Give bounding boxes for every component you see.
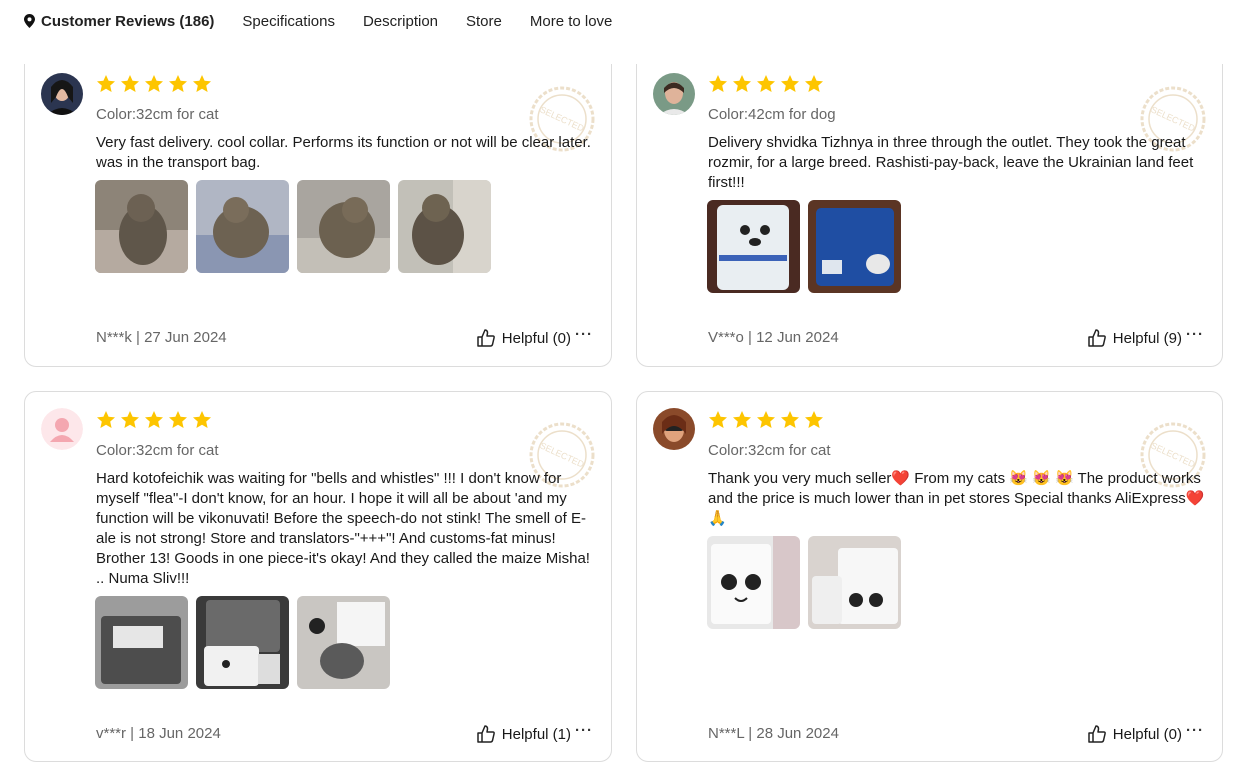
review-photo[interactable] [398, 180, 491, 273]
thumbs-up-icon [1088, 725, 1106, 743]
rating-stars [96, 410, 212, 430]
tab-label: Customer Reviews (186) [41, 12, 215, 30]
review-photo[interactable] [297, 180, 390, 273]
review-variant: Color:42cm for dog [708, 106, 836, 123]
star-icon [193, 75, 211, 92]
review-card: SELECTED Color:32cm for cat Hard kotofei… [24, 391, 612, 762]
review-photo[interactable] [95, 596, 188, 689]
helpful-button[interactable]: Helpful (0) [1087, 724, 1182, 744]
star-icon [805, 75, 823, 92]
thumbs-up-icon [477, 329, 495, 347]
star-icon [97, 75, 115, 92]
svg-text:SELECTED: SELECTED [538, 104, 586, 133]
star-icon [709, 75, 727, 92]
review-photos [707, 536, 901, 629]
helpful-button[interactable]: Helpful (1) [476, 724, 571, 744]
review-variant: Color:32cm for cat [96, 106, 219, 123]
review-variant: Color:32cm for cat [96, 442, 219, 459]
review-photo[interactable] [707, 536, 800, 629]
review-card: SELECTED Color:32cm for cat Very fast de… [24, 64, 612, 367]
more-options-icon[interactable]: ··· [575, 722, 593, 739]
star-icon [781, 75, 799, 92]
rating-stars [96, 74, 212, 94]
star-icon [805, 411, 823, 428]
review-photo[interactable] [196, 596, 289, 689]
helpful-label: Helpful (1) [501, 725, 571, 743]
rating-stars [708, 410, 824, 430]
heart-emoji-icon: ❤️ [891, 470, 911, 487]
star-icon [733, 75, 751, 92]
avatar [41, 73, 83, 115]
star-icon [169, 411, 187, 428]
review-photo[interactable] [808, 536, 901, 629]
review-author-date: N***L | 28 Jun 2024 [708, 725, 839, 742]
svg-text:SELECTED: SELECTED [538, 440, 586, 469]
thumbs-up-icon [477, 725, 495, 743]
avatar [653, 73, 695, 115]
more-options-icon[interactable]: ··· [1186, 326, 1204, 343]
more-options-icon[interactable]: ··· [1186, 722, 1204, 739]
review-text-part: From my cats [910, 470, 1006, 487]
review-photos [95, 180, 491, 273]
avatar [653, 408, 695, 450]
star-icon [169, 75, 187, 92]
more-options-icon[interactable]: ··· [575, 326, 593, 343]
helpful-label: Helpful (0) [1112, 725, 1182, 743]
review-photos [707, 200, 901, 293]
helpful-label: Helpful (0) [501, 329, 571, 347]
heart-emoji-icon: ❤️ [1185, 490, 1205, 507]
tab-store[interactable]: Store [466, 13, 502, 30]
star-icon [145, 411, 163, 428]
star-icon [121, 75, 139, 92]
star-icon [145, 75, 163, 92]
star-icon [97, 411, 115, 428]
review-photo[interactable] [95, 180, 188, 273]
helpful-button[interactable]: Helpful (9) [1087, 328, 1182, 348]
svg-text:SELECTED: SELECTED [1149, 440, 1197, 469]
star-icon [757, 75, 775, 92]
star-icon [781, 411, 799, 428]
review-photo[interactable] [196, 180, 289, 273]
review-author-date: v***r | 18 Jun 2024 [96, 725, 221, 742]
review-photos [95, 596, 390, 689]
svg-text:SELECTED: SELECTED [1149, 104, 1197, 133]
tab-description[interactable]: Description [363, 13, 438, 30]
star-icon [193, 411, 211, 428]
star-icon [733, 411, 751, 428]
star-icon [757, 411, 775, 428]
review-text: Delivery shvidka Tizhnya in three throug… [708, 134, 1194, 191]
review-photo[interactable] [808, 200, 901, 293]
star-icon [121, 411, 139, 428]
tab-more-to-love[interactable]: More to love [530, 13, 613, 30]
location-pin-icon [24, 14, 35, 28]
star-icon [709, 411, 727, 428]
review-text: Very fast delivery. cool collar. Perform… [96, 134, 591, 171]
cat-emoji-icon: 😻 😻 😻 [1009, 470, 1074, 487]
review-text: Hard kotofeichik was waiting for "bells … [96, 470, 590, 587]
review-tabs: Customer Reviews (186) Specifications De… [24, 0, 612, 42]
helpful-label: Helpful (9) [1112, 329, 1182, 347]
pray-emoji-icon: 🙏 [708, 510, 727, 527]
thumbs-up-icon [1088, 329, 1106, 347]
review-photo[interactable] [297, 596, 390, 689]
review-card: SELECTED Color:32cm for cat Thank you ve… [636, 391, 1223, 762]
review-photo[interactable] [707, 200, 800, 293]
review-text-part: Thank you very much seller [708, 470, 892, 487]
helpful-button[interactable]: Helpful (0) [476, 328, 571, 348]
avatar [41, 408, 83, 450]
review-author-date: V***o | 12 Jun 2024 [708, 329, 839, 346]
tab-customer-reviews[interactable]: Customer Reviews (186) [24, 13, 214, 30]
review-author-date: N***k | 27 Jun 2024 [96, 329, 227, 346]
tab-specifications[interactable]: Specifications [242, 13, 335, 30]
review-text: Thank you very much seller❤️ From my cat… [708, 469, 1208, 529]
review-card: SELECTED Color:42cm for dog Delivery shv… [636, 64, 1223, 367]
review-variant: Color:32cm for cat [708, 442, 831, 459]
rating-stars [708, 74, 824, 94]
